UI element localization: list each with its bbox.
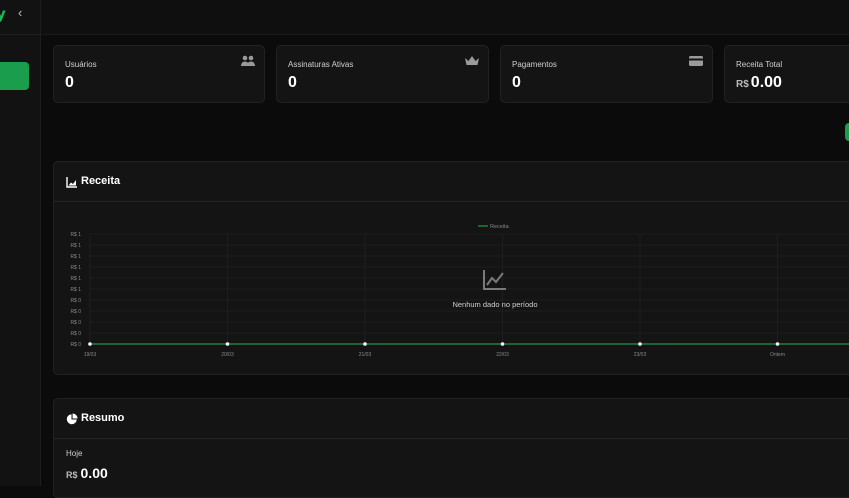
summary-panel-header: Resumo bbox=[54, 399, 849, 439]
summary-panel: Resumo Hoje R$ 0.00 bbox=[53, 398, 849, 498]
stat-card-subscriptions: Assinaturas Ativas 0 bbox=[276, 45, 489, 103]
stat-card-revenue: Receita Total R$ 0.00 bbox=[724, 45, 849, 103]
sidebar: y ‹ bbox=[0, 0, 41, 486]
revenue-panel: Receita R$ 1 R$ 1 R$ 1 R$ 1 R$ 1 R$ 1 R$ 0 R$ 0… bbox=[53, 161, 849, 375]
stat-value: 0 bbox=[512, 74, 521, 91]
y-tick-label: R$ 0 bbox=[70, 309, 81, 315]
topbar bbox=[41, 0, 849, 35]
users-icon bbox=[241, 55, 255, 66]
panel-title: Resumo bbox=[81, 412, 125, 424]
y-tick-label: R$ 1 bbox=[70, 276, 81, 282]
x-tick-label: 20/03 bbox=[221, 352, 234, 358]
legend-label: Receita bbox=[490, 224, 510, 230]
data-point bbox=[638, 342, 642, 346]
x-tick-label: 21/03 bbox=[359, 352, 372, 358]
data-point bbox=[775, 342, 780, 346]
today-label: Hoje bbox=[66, 449, 83, 458]
y-tick-label: R$ 0 bbox=[70, 331, 81, 337]
data-point bbox=[225, 342, 230, 346]
brand-logo: y bbox=[0, 5, 6, 23]
stat-value: 0 bbox=[288, 74, 297, 91]
pie-chart-icon bbox=[66, 413, 78, 425]
today-value: R$ 0.00 bbox=[66, 465, 108, 481]
y-tick-label: R$ 1 bbox=[70, 254, 81, 260]
stat-label: Receita Total bbox=[736, 60, 783, 69]
y-tick-label: R$ 0 bbox=[70, 298, 81, 304]
x-tick-label: Ontem bbox=[770, 352, 785, 358]
credit-card-icon bbox=[689, 56, 703, 66]
y-tick-label: R$ 1 bbox=[70, 287, 81, 293]
collapse-sidebar-button[interactable]: ‹ bbox=[18, 5, 22, 20]
stat-label: Pagamentos bbox=[512, 60, 557, 69]
action-button[interactable] bbox=[845, 123, 849, 141]
y-tick-label: R$ 0 bbox=[70, 342, 81, 348]
data-point bbox=[363, 342, 367, 346]
x-tick-label: 19/03 bbox=[84, 352, 97, 358]
x-tick-label: 23/03 bbox=[634, 352, 647, 358]
stat-card-users: Usuários 0 bbox=[53, 45, 265, 103]
sidebar-item-active[interactable] bbox=[0, 62, 29, 90]
stat-label: Assinaturas Ativas bbox=[288, 60, 354, 69]
y-tick-label: R$ 1 bbox=[70, 232, 81, 238]
y-tick-label: R$ 0 bbox=[70, 320, 81, 326]
y-tick-label: R$ 1 bbox=[70, 265, 81, 271]
data-point bbox=[500, 342, 505, 346]
stat-value: 0 bbox=[65, 74, 74, 91]
data-point bbox=[88, 342, 92, 346]
y-tick-label: R$ 1 bbox=[70, 243, 81, 249]
stat-label: Usuários bbox=[65, 60, 97, 69]
revenue-chart: R$ 1 R$ 1 R$ 1 R$ 1 R$ 1 R$ 1 R$ 0 R$ 0 R$ 0 R$ 0… bbox=[70, 224, 849, 358]
stat-value: R$ 0.00 bbox=[736, 74, 782, 91]
empty-state-message: Nenhum dado no período bbox=[452, 300, 537, 309]
stat-card-payments: Pagamentos 0 bbox=[500, 45, 713, 103]
sidebar-divider bbox=[0, 34, 41, 35]
crown-icon bbox=[465, 56, 479, 65]
x-tick-label: 22/03 bbox=[496, 352, 509, 358]
